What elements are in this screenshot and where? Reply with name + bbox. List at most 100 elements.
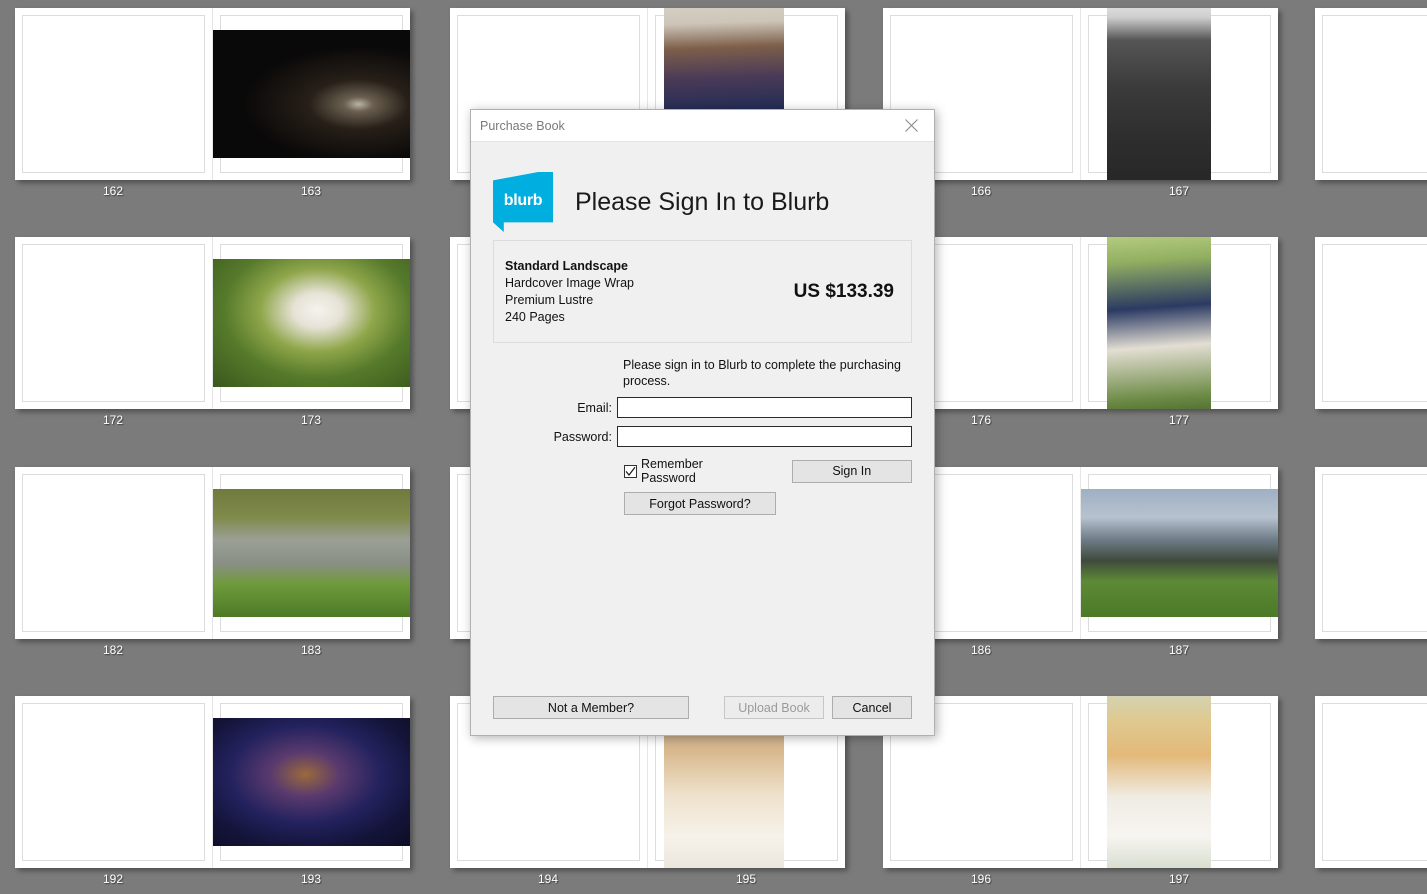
book-page[interactable] — [212, 696, 410, 868]
checkmark-icon — [625, 466, 636, 476]
page-number-label: 186 — [970, 643, 992, 657]
page-number-label: 183 — [300, 643, 322, 657]
page-photo — [212, 718, 410, 846]
book-spread[interactable] — [883, 8, 1278, 180]
dialog-titlebar: Purchase Book — [471, 110, 934, 142]
remember-password-row: Remember Password Sign In — [624, 457, 912, 485]
page-photo — [1106, 237, 1211, 409]
page-number-label: 166 — [970, 184, 992, 198]
book-spread[interactable] — [15, 237, 410, 409]
remember-password-label: Remember Password — [641, 457, 703, 485]
password-field[interactable] — [616, 426, 912, 447]
not-a-member-button[interactable]: Not a Member? — [493, 696, 689, 719]
password-field-row: Password: — [493, 426, 912, 447]
page-content-area — [22, 474, 205, 632]
book-spread[interactable] — [15, 8, 410, 180]
product-pages: 240 Pages — [505, 309, 565, 324]
book-spread[interactable] — [1315, 237, 1427, 409]
book-spread[interactable] — [883, 237, 1278, 409]
purchase-book-dialog: Purchase Book blurb Please Sign In to Bl… — [470, 109, 935, 736]
dialog-footer: Not a Member? Upload Book Cancel — [493, 696, 912, 719]
page-title: Please Sign In to Blurb — [575, 187, 830, 216]
book-page[interactable] — [1315, 696, 1427, 868]
page-number-label: 194 — [537, 872, 559, 886]
book-page[interactable] — [15, 237, 213, 409]
email-field[interactable] — [616, 397, 912, 418]
email-label: Email: — [577, 400, 612, 415]
page-content-area — [1322, 244, 1427, 402]
page-number-label: 198 — [1415, 872, 1427, 886]
password-label: Password: — [553, 429, 612, 444]
book-page[interactable] — [1315, 237, 1427, 409]
book-spread[interactable] — [15, 696, 410, 868]
page-content-area — [22, 15, 205, 173]
book-spread[interactable] — [883, 696, 1278, 868]
page-photo — [1106, 8, 1211, 180]
page-content-area — [1322, 703, 1427, 861]
book-page[interactable] — [15, 8, 213, 180]
dialog-body: blurb Please Sign In to Blurb Standard L… — [471, 142, 934, 736]
blurb-logo-icon: blurb — [493, 172, 553, 232]
book-page[interactable] — [1080, 467, 1278, 639]
book-page[interactable] — [1080, 696, 1278, 868]
page-number-label: 195 — [735, 872, 757, 886]
book-page[interactable] — [212, 8, 410, 180]
page-number-label: 196 — [970, 872, 992, 886]
page-photo — [212, 489, 410, 617]
book-page[interactable] — [1080, 237, 1278, 409]
product-cover: Hardcover Image Wrap — [505, 275, 634, 290]
signin-form: Please sign in to Blurb to complete the … — [493, 357, 912, 515]
book-spread[interactable] — [1315, 8, 1427, 180]
book-spread[interactable] — [15, 467, 410, 639]
product-price: US $133.39 — [793, 280, 894, 302]
page-content-area — [22, 703, 205, 861]
page-number-label: 182 — [102, 643, 124, 657]
page-number-label: 187 — [1168, 643, 1190, 657]
book-page[interactable] — [1315, 467, 1427, 639]
page-number-label: 173 — [300, 413, 322, 427]
page-number-label: 193 — [300, 872, 322, 886]
signin-instructions: Please sign in to Blurb to complete the … — [623, 358, 901, 388]
product-paper: Premium Lustre — [505, 292, 594, 307]
footer-actions: Upload Book Cancel — [724, 696, 912, 719]
book-page[interactable] — [1315, 8, 1427, 180]
book-page[interactable] — [212, 467, 410, 639]
page-number-label: 192 — [102, 872, 124, 886]
page-photo — [212, 30, 410, 158]
page-number-label: 162 — [102, 184, 124, 198]
page-content-area — [1322, 474, 1427, 632]
page-number-label: 168 — [1415, 184, 1427, 198]
dialog-title: Purchase Book — [480, 118, 565, 133]
page-photo — [1106, 696, 1211, 868]
email-field-row: Email: — [493, 397, 912, 418]
book-spread[interactable] — [1315, 467, 1427, 639]
page-photo — [1080, 489, 1278, 617]
cancel-button[interactable]: Cancel — [832, 696, 912, 719]
page-number-label: 197 — [1168, 872, 1190, 886]
product-specs: Standard Landscape Hardcover Image Wrap … — [505, 258, 794, 326]
product-title: Standard Landscape — [505, 258, 628, 273]
sign-in-button[interactable]: Sign In — [791, 459, 912, 483]
book-page[interactable] — [212, 237, 410, 409]
book-spread[interactable] — [883, 467, 1278, 639]
close-icon[interactable] — [890, 110, 932, 141]
page-number-label: 176 — [970, 413, 992, 427]
page-content-area — [1322, 15, 1427, 173]
brand-header: blurb Please Sign In to Blurb — [493, 142, 912, 233]
page-content-area — [22, 244, 205, 402]
book-page[interactable] — [15, 467, 213, 639]
blurb-wordmark: blurb — [503, 192, 543, 209]
page-number-label: 167 — [1168, 184, 1190, 198]
page-photo — [212, 259, 410, 387]
page-number-label: 188 — [1415, 643, 1427, 657]
remember-password-checkbox[interactable] — [624, 464, 637, 478]
page-number-label: 178 — [1415, 413, 1427, 427]
page-number-label: 172 — [102, 413, 124, 427]
book-spread[interactable] — [1315, 696, 1427, 868]
page-number-label: 163 — [300, 184, 322, 198]
upload-book-button[interactable]: Upload Book — [724, 696, 824, 719]
book-page[interactable] — [15, 696, 213, 868]
forgot-password-button[interactable]: Forgot Password? — [624, 492, 776, 515]
book-page[interactable] — [1080, 8, 1278, 180]
page-number-label: 177 — [1168, 413, 1190, 427]
